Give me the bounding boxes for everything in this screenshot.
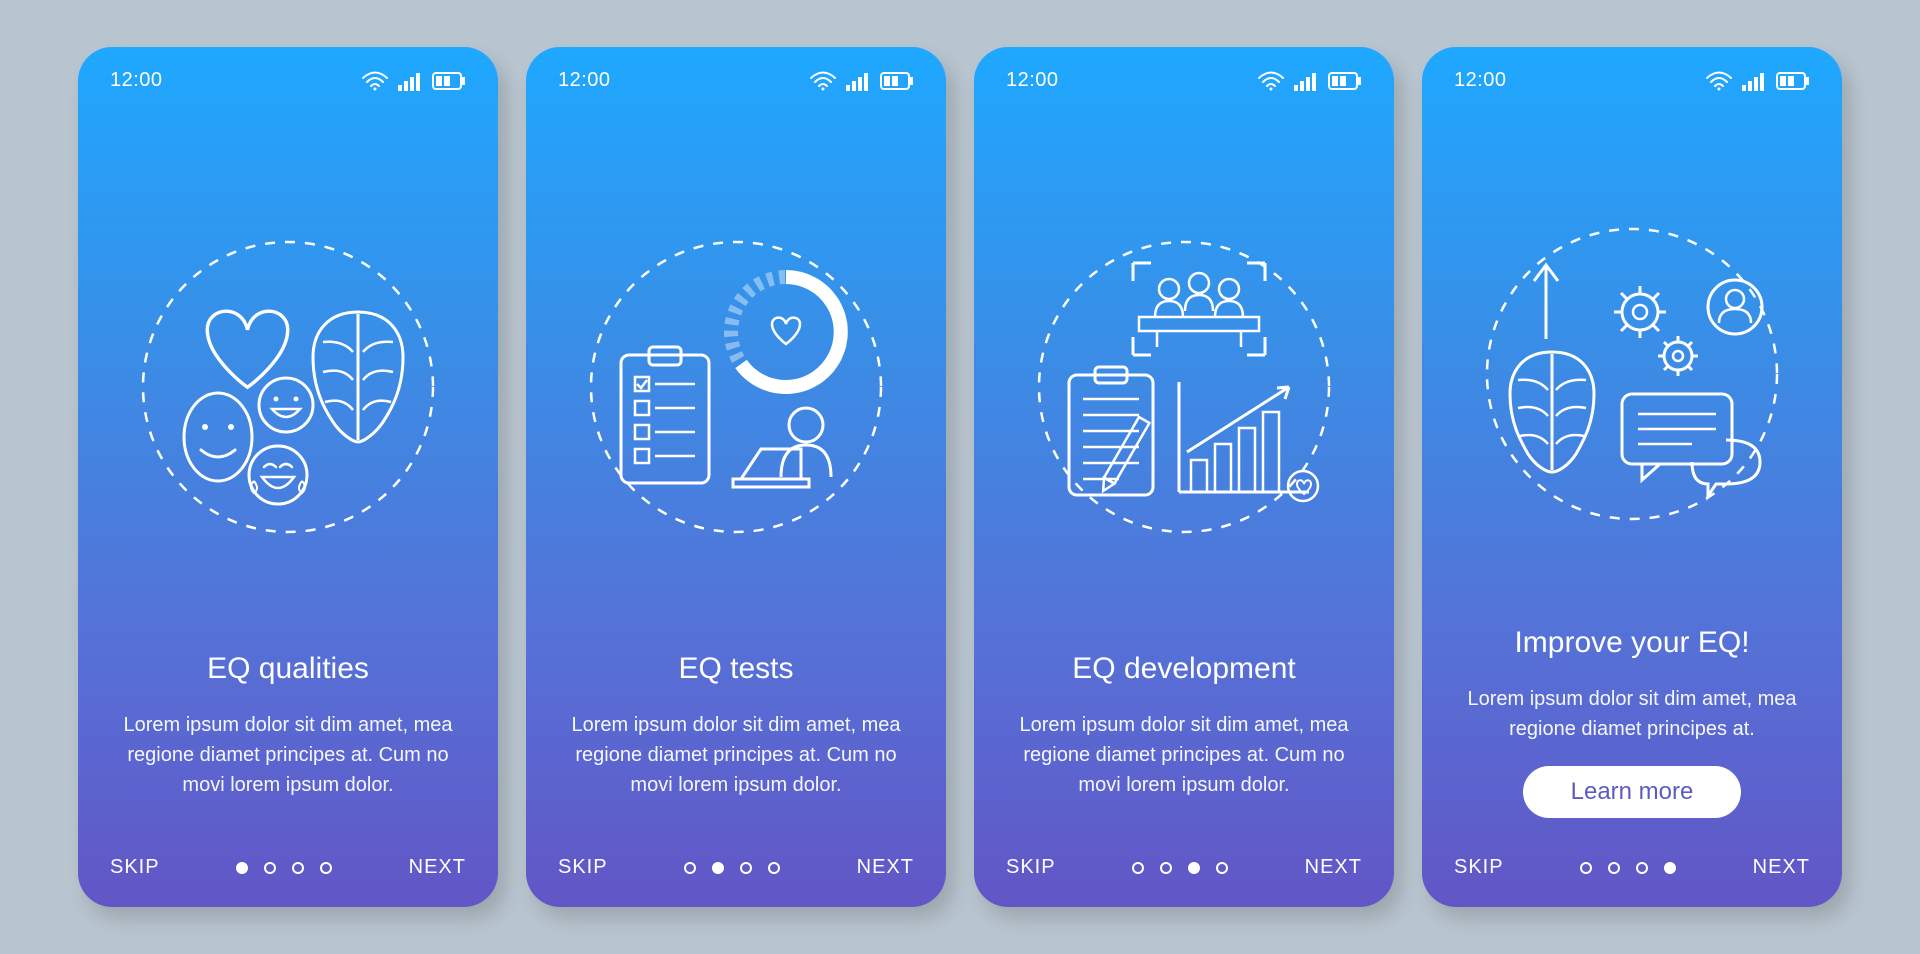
screen-description: Lorem ipsum dolor sit dim amet, mea regi… — [122, 710, 454, 800]
page-dot-1[interactable] — [236, 862, 248, 874]
meeting-icon — [1133, 263, 1265, 355]
grin-face-icon — [259, 378, 313, 432]
status-time: 12:00 — [1454, 69, 1507, 92]
signal-icon — [398, 71, 422, 91]
screen-title: EQ qualities — [122, 652, 454, 686]
footer-nav: SKIP NEXT — [110, 826, 466, 879]
gears-icon — [1614, 286, 1698, 376]
status-time: 12:00 — [558, 69, 611, 92]
onboarding-screen-4: 12:00 — [1422, 47, 1842, 907]
status-time: 12:00 — [110, 69, 163, 92]
illustration-eq-qualities — [110, 122, 466, 652]
screen-title: Improve your EQ! — [1466, 626, 1798, 660]
chat-bubbles-icon — [1622, 394, 1760, 496]
battery-icon — [432, 72, 466, 90]
page-indicator — [1580, 862, 1676, 874]
person-laptop-icon — [733, 408, 831, 487]
page-dot-2[interactable] — [712, 862, 724, 874]
next-button[interactable]: NEXT — [1753, 856, 1810, 879]
wifi-icon — [810, 71, 836, 91]
status-icons — [810, 71, 914, 91]
illustration-eq-development — [1006, 122, 1362, 652]
wifi-icon — [1706, 71, 1732, 91]
clipboard-pen-icon — [1069, 367, 1153, 495]
battery-icon — [1328, 72, 1362, 90]
page-dot-4[interactable] — [1216, 862, 1228, 874]
page-indicator — [684, 862, 780, 874]
growth-chart-icon — [1179, 382, 1318, 501]
illustration-improve-eq — [1454, 122, 1810, 626]
page-dot-4[interactable] — [320, 862, 332, 874]
signal-icon — [846, 71, 870, 91]
screen-description: Lorem ipsum dolor sit dim amet, mea regi… — [1466, 684, 1798, 744]
battery-icon — [1776, 72, 1810, 90]
signal-icon — [1294, 71, 1318, 91]
screen-title: EQ development — [1018, 652, 1350, 686]
signal-icon — [1742, 71, 1766, 91]
page-dot-4[interactable] — [1664, 862, 1676, 874]
next-button[interactable]: NEXT — [409, 856, 466, 879]
learn-more-button[interactable]: Learn more — [1523, 766, 1742, 818]
footer-nav: SKIP NEXT — [558, 826, 914, 879]
status-time: 12:00 — [1006, 69, 1059, 92]
status-bar: 12:00 — [558, 69, 914, 92]
page-indicator — [236, 862, 332, 874]
laugh-face-icon — [249, 446, 307, 504]
page-dot-4[interactable] — [768, 862, 780, 874]
heart-icon — [207, 311, 288, 387]
content-area: EQ qualities Lorem ipsum dolor sit dim a… — [110, 652, 466, 826]
wifi-icon — [362, 71, 388, 91]
status-bar: 12:00 — [1454, 69, 1810, 92]
footer-nav: SKIP NEXT — [1006, 826, 1362, 879]
arrow-up-icon — [1534, 265, 1558, 339]
next-button[interactable]: NEXT — [1305, 856, 1362, 879]
next-button[interactable]: NEXT — [857, 856, 914, 879]
screen-title: EQ tests — [570, 652, 902, 686]
skip-button[interactable]: SKIP — [110, 856, 160, 879]
clipboard-checklist-icon — [621, 347, 709, 483]
status-bar: 12:00 — [110, 69, 466, 92]
status-icons — [362, 71, 466, 91]
skip-button[interactable]: SKIP — [1006, 856, 1056, 879]
page-dot-3[interactable] — [740, 862, 752, 874]
footer-nav: SKIP NEXT — [1454, 826, 1810, 879]
illustration-eq-tests — [558, 122, 914, 652]
user-avatar-icon — [1708, 280, 1762, 334]
page-dot-2[interactable] — [1160, 862, 1172, 874]
onboarding-screen-2: 12:00 — [526, 47, 946, 907]
donut-chart-icon — [731, 277, 841, 387]
screen-description: Lorem ipsum dolor sit dim amet, mea regi… — [570, 710, 902, 800]
page-dot-2[interactable] — [264, 862, 276, 874]
status-icons — [1258, 71, 1362, 91]
content-area: EQ tests Lorem ipsum dolor sit dim amet,… — [558, 652, 914, 826]
status-icons — [1706, 71, 1810, 91]
wifi-icon — [1258, 71, 1284, 91]
content-area: EQ development Lorem ipsum dolor sit dim… — [1006, 652, 1362, 826]
onboarding-screen-1: 12:00 — [78, 47, 498, 907]
page-dot-1[interactable] — [1132, 862, 1144, 874]
brain-icon — [313, 312, 403, 442]
skip-button[interactable]: SKIP — [1454, 856, 1504, 879]
page-dot-2[interactable] — [1608, 862, 1620, 874]
page-dot-3[interactable] — [1636, 862, 1648, 874]
onboarding-screen-3: 12:00 — [974, 47, 1394, 907]
content-area: Improve your EQ! Lorem ipsum dolor sit d… — [1454, 626, 1810, 826]
page-indicator — [1132, 862, 1228, 874]
battery-icon — [880, 72, 914, 90]
page-dot-3[interactable] — [1188, 862, 1200, 874]
screen-description: Lorem ipsum dolor sit dim amet, mea regi… — [1018, 710, 1350, 800]
smiley-face-icon — [184, 393, 252, 481]
skip-button[interactable]: SKIP — [558, 856, 608, 879]
page-dot-3[interactable] — [292, 862, 304, 874]
page-dot-1[interactable] — [1580, 862, 1592, 874]
page-dot-1[interactable] — [684, 862, 696, 874]
brain-icon — [1510, 352, 1594, 472]
status-bar: 12:00 — [1006, 69, 1362, 92]
